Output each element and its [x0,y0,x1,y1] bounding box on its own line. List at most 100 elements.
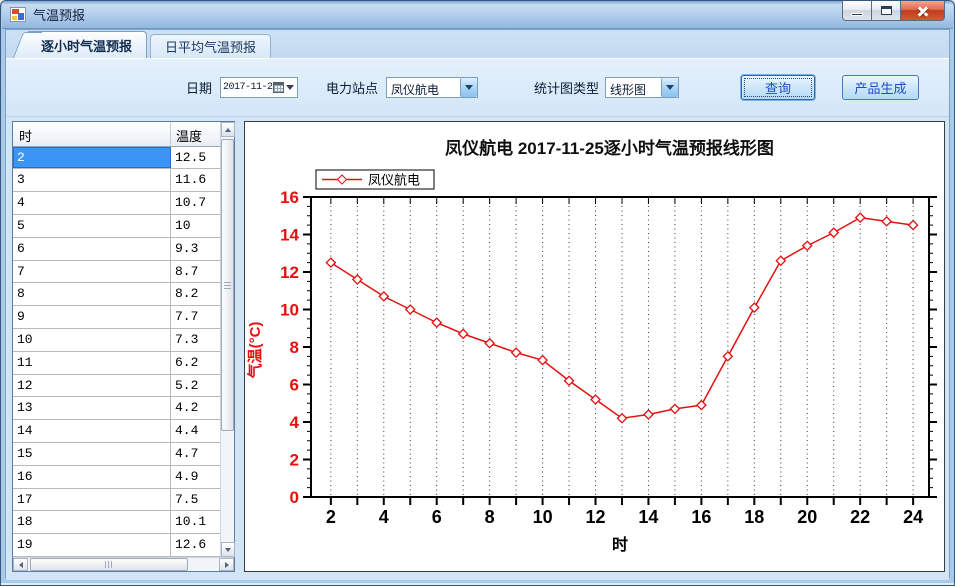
temperature-cell[interactable]: 7.5 [171,489,220,511]
hour-cell[interactable]: 13 [13,397,171,419]
table-row: 97.7 [13,306,220,329]
temperature-cell[interactable]: 4.4 [171,420,220,442]
panel-splitter[interactable] [235,121,244,572]
content-area: 时 温度 212.5311.6410.751069.378.788.297.71… [6,117,949,580]
app-window-icon [10,7,26,22]
y-tick-label: 8 [290,338,299,357]
table-vertical-scrollbar[interactable] [220,122,234,557]
hour-cell[interactable]: 14 [13,420,171,442]
minimize-icon [851,13,863,16]
hour-cell[interactable]: 9 [13,306,171,328]
hour-cell[interactable]: 4 [13,192,171,214]
data-point-marker [644,410,653,419]
query-button[interactable]: 查询 [741,75,815,100]
hour-cell[interactable]: 3 [13,169,171,191]
chart-type-label: 统计图类型 [534,78,599,97]
window-title: 气温预报 [33,5,85,24]
temperature-cell[interactable]: 10.1 [171,511,220,533]
x-tick-label: 18 [744,507,764,527]
temperature-cell[interactable]: 12.5 [171,147,220,169]
scroll-left-button[interactable] [13,558,28,571]
x-tick-label: 16 [691,507,711,527]
hour-cell[interactable]: 8 [13,283,171,305]
table-row: 311.6 [13,169,220,192]
vertical-scroll-thumb[interactable] [221,139,234,431]
data-point-marker [670,404,679,413]
data-point-marker [326,258,335,267]
table-row: 1810.1 [13,511,220,534]
table-horizontal-scrollbar[interactable] [13,557,234,571]
y-tick-label: 0 [290,488,299,507]
temperature-cell[interactable]: 4.9 [171,466,220,488]
table-row: 154.7 [13,443,220,466]
data-point-marker [485,339,494,348]
chart-panel: 凤仪航电 2017-11-25逐小时气温预报线形图 02468101214162… [244,121,945,572]
hour-cell[interactable]: 5 [13,215,171,237]
maximize-button[interactable] [872,1,901,21]
temperature-cell[interactable]: 4.2 [171,397,220,419]
hour-cell[interactable]: 17 [13,489,171,511]
hour-column-header[interactable]: 时 [13,122,171,146]
temperature-cell[interactable]: 12.6 [171,534,220,556]
hour-cell[interactable]: 10 [13,329,171,351]
hour-cell[interactable]: 18 [13,511,171,533]
scroll-right-button[interactable] [219,558,234,571]
temperature-table: 时 温度 212.5311.6410.751069.378.788.297.71… [12,121,235,572]
table-row: 107.3 [13,329,220,352]
date-label: 日期 [186,78,212,97]
data-point-marker [882,217,891,226]
chart-type-dropdown-button[interactable] [661,78,678,97]
y-axis-title: 气温(°C) [246,322,264,380]
chevron-down-icon [465,85,473,90]
hour-cell[interactable]: 7 [13,261,171,283]
x-tick-label: 14 [638,507,658,527]
hour-cell[interactable]: 15 [13,443,171,465]
hour-cell[interactable]: 16 [13,466,171,488]
table-row: 69.3 [13,238,220,261]
data-point-marker [353,275,362,284]
station-select[interactable]: 凤仪航电 [386,77,478,98]
hour-cell[interactable]: 19 [13,534,171,556]
y-tick-label: 16 [280,188,299,207]
y-tick-label: 6 [290,376,299,395]
hour-cell[interactable]: 11 [13,352,171,374]
temperature-cell[interactable]: 10.7 [171,192,220,214]
data-point-marker [829,228,838,237]
data-point-marker [909,221,918,230]
horizontal-scroll-thumb[interactable] [30,558,188,571]
temperature-cell[interactable]: 11.6 [171,169,220,191]
temperature-cell[interactable]: 7.3 [171,329,220,351]
temperature-column-header[interactable]: 温度 [171,122,220,146]
table-row: 212.5 [13,147,220,170]
generate-product-button[interactable]: 产品生成 [842,75,919,100]
temperature-cell[interactable]: 8.7 [171,261,220,283]
tab-daily-average-forecast[interactable]: 日平均气温预报 [150,34,271,58]
scroll-up-button[interactable] [221,122,235,137]
temperature-cell[interactable]: 4.7 [171,443,220,465]
x-tick-label: 20 [797,507,817,527]
x-axis-title: 时 [612,536,628,554]
tab-hourly-forecast[interactable]: 逐小时气温预报 [26,31,147,58]
hour-cell[interactable]: 2 [13,147,171,169]
temperature-cell[interactable]: 6.2 [171,352,220,374]
temperature-cell[interactable]: 9.3 [171,238,220,260]
temperature-cell[interactable]: 8.2 [171,283,220,305]
temperature-cell[interactable]: 7.7 [171,306,220,328]
temperature-cell[interactable]: 5.2 [171,375,220,397]
chevron-down-icon[interactable] [286,85,294,90]
data-point-marker [723,352,732,361]
scroll-down-button[interactable] [221,542,235,557]
temperature-cell[interactable]: 10 [171,215,220,237]
hour-cell[interactable]: 12 [13,375,171,397]
generate-button-label: 产品生成 [855,78,907,97]
date-picker[interactable]: 2017-11-25 01 [220,77,298,98]
up-arrow-icon [225,128,231,132]
close-button[interactable] [901,1,945,21]
hour-cell[interactable]: 6 [13,238,171,260]
minimize-button[interactable] [842,1,872,21]
query-button-label: 查询 [765,78,791,97]
data-point-marker [697,401,706,410]
station-dropdown-button[interactable] [460,78,477,97]
chart-type-select[interactable]: 线形图 [605,77,679,98]
x-tick-label: 12 [586,507,606,527]
